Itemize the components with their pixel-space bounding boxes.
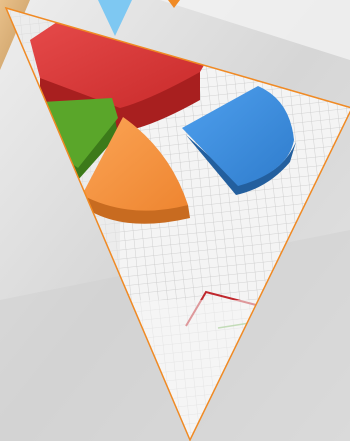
triangle-chart-illustration bbox=[0, 0, 350, 441]
